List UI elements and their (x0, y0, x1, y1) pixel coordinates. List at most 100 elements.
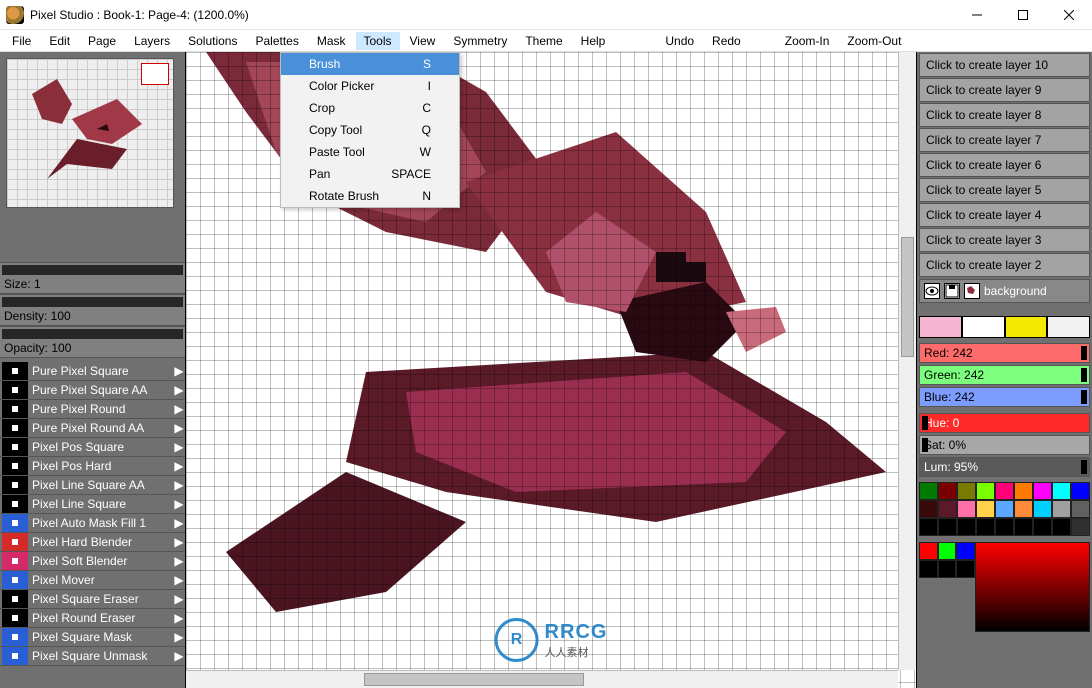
action-zoom-out[interactable]: Zoom-Out (839, 32, 909, 50)
green-slider[interactable]: Green: 242 (919, 365, 1090, 385)
palette-swatch[interactable] (976, 482, 995, 500)
brush-item[interactable]: Pixel Hard Blender▶ (0, 533, 185, 552)
brush-item[interactable]: Pure Pixel Round AA▶ (0, 419, 185, 438)
brush-item[interactable]: Pixel Square Unmask▶ (0, 647, 185, 666)
swatch-2[interactable] (962, 316, 1005, 338)
palette-swatch[interactable] (995, 518, 1014, 536)
palette-swatch[interactable] (1014, 518, 1033, 536)
layer-create-button[interactable]: Click to create layer 3 (919, 228, 1090, 252)
palette-swatch[interactable] (995, 482, 1014, 500)
menu-mask[interactable]: Mask (309, 32, 354, 50)
tools-item-paste[interactable]: Paste Tool W (281, 141, 459, 163)
palette-swatch[interactable] (938, 500, 957, 518)
density-slider[interactable]: Density: 100 (0, 294, 185, 326)
brush-item[interactable]: Pure Pixel Square AA▶ (0, 381, 185, 400)
preview-viewport-indicator[interactable] (141, 63, 169, 85)
eye-icon[interactable] (924, 283, 940, 299)
brush-item[interactable]: Pure Pixel Round▶ (0, 400, 185, 419)
tools-item-color-picker[interactable]: Color Picker I (281, 75, 459, 97)
palette-swatch[interactable] (995, 500, 1014, 518)
swatch-4[interactable] (1047, 316, 1090, 338)
blue-slider[interactable]: Blue: 242 (919, 387, 1090, 407)
menu-theme[interactable]: Theme (517, 32, 570, 50)
palette-swatch[interactable] (976, 500, 995, 518)
tools-item-copy[interactable]: Copy Tool Q (281, 119, 459, 141)
preview-thumbnail[interactable] (6, 58, 174, 208)
palette-swatch[interactable] (957, 500, 976, 518)
save-icon[interactable] (944, 283, 960, 299)
brush-item[interactable]: Pixel Auto Mask Fill 1▶ (0, 514, 185, 533)
brush-item[interactable]: Pixel Soft Blender▶ (0, 552, 185, 571)
layer-create-button[interactable]: Click to create layer 6 (919, 153, 1090, 177)
scrollbar-v-thumb[interactable] (901, 237, 914, 357)
palette-swatch[interactable] (957, 518, 976, 536)
palette-swatch[interactable] (1052, 500, 1071, 518)
lum-slider[interactable]: Lum: 95% (919, 457, 1090, 477)
mini-swatch[interactable] (956, 542, 975, 560)
layer-create-button[interactable]: Click to create layer 4 (919, 203, 1090, 227)
menu-edit[interactable]: Edit (41, 32, 78, 50)
palette-swatch[interactable] (976, 518, 995, 536)
scrollbar-horizontal[interactable] (186, 670, 898, 688)
palette-swatch[interactable] (1033, 500, 1052, 518)
tools-item-rotate-brush[interactable]: Rotate Brush N (281, 185, 459, 207)
brush-item[interactable]: Pure Pixel Square▶ (0, 362, 185, 381)
action-zoom-in[interactable]: Zoom-In (777, 32, 838, 50)
maximize-button[interactable] (1000, 0, 1046, 30)
tools-item-brush[interactable]: Brush S (281, 53, 459, 75)
action-undo[interactable]: Undo (657, 32, 702, 50)
sat-slider[interactable]: Sat: 0% (919, 435, 1090, 455)
size-slider[interactable]: Size: 1 (0, 262, 185, 294)
scrollbar-h-thumb[interactable] (364, 673, 584, 686)
layer-background[interactable]: background (919, 279, 1090, 303)
layer-create-button[interactable]: Click to create layer 7 (919, 128, 1090, 152)
tools-item-crop[interactable]: Crop C (281, 97, 459, 119)
swatch-1[interactable] (919, 316, 962, 338)
menu-solutions[interactable]: Solutions (180, 32, 245, 50)
close-button[interactable] (1046, 0, 1092, 30)
layer-create-button[interactable]: Click to create layer 10 (919, 53, 1090, 77)
palette-swatch[interactable] (919, 500, 938, 518)
mini-swatch[interactable] (938, 560, 957, 578)
brush-item[interactable]: Pixel Square Mask▶ (0, 628, 185, 647)
red-slider[interactable]: Red: 242 (919, 343, 1090, 363)
mini-swatch[interactable] (919, 560, 938, 578)
palette-swatch[interactable] (1033, 518, 1052, 536)
brush-item[interactable]: Pixel Mover▶ (0, 571, 185, 590)
layer-create-button[interactable]: Click to create layer 2 (919, 253, 1090, 277)
mini-swatch[interactable] (938, 542, 957, 560)
menu-view[interactable]: View (402, 32, 444, 50)
swatch-3[interactable] (1005, 316, 1048, 338)
palette-swatch[interactable] (1071, 518, 1090, 536)
menu-symmetry[interactable]: Symmetry (445, 32, 515, 50)
layer-create-button[interactable]: Click to create layer 8 (919, 103, 1090, 127)
scrollbar-vertical[interactable] (898, 52, 916, 670)
palette-swatch[interactable] (1071, 482, 1090, 500)
brush-item[interactable]: Pixel Line Square▶ (0, 495, 185, 514)
menu-help[interactable]: Help (573, 32, 614, 50)
hue-slider[interactable]: Hue: 0 (919, 413, 1090, 433)
menu-page[interactable]: Page (80, 32, 124, 50)
brush-item[interactable]: Pixel Square Eraser▶ (0, 590, 185, 609)
palette-swatch[interactable] (919, 518, 938, 536)
palette-swatch[interactable] (1052, 482, 1071, 500)
action-redo[interactable]: Redo (704, 32, 749, 50)
brush-item[interactable]: Pixel Line Square AA▶ (0, 476, 185, 495)
brush-item[interactable]: Pixel Pos Hard▶ (0, 457, 185, 476)
palette-swatch[interactable] (938, 518, 957, 536)
menu-palettes[interactable]: Palettes (247, 32, 306, 50)
palette-swatch[interactable] (1014, 500, 1033, 518)
mini-swatch[interactable] (956, 560, 975, 578)
palette-swatch[interactable] (1052, 518, 1071, 536)
menu-file[interactable]: File (4, 32, 39, 50)
opacity-slider[interactable]: Opacity: 100 (0, 326, 185, 358)
brush-item[interactable]: Pixel Round Eraser▶ (0, 609, 185, 628)
layer-create-button[interactable]: Click to create layer 9 (919, 78, 1090, 102)
color-picker[interactable] (975, 542, 1090, 632)
layer-create-button[interactable]: Click to create layer 5 (919, 178, 1090, 202)
palette-swatch[interactable] (1014, 482, 1033, 500)
brush-item[interactable]: Pixel Pos Square▶ (0, 438, 185, 457)
palette-swatch[interactable] (1071, 500, 1090, 518)
palette-swatch[interactable] (938, 482, 957, 500)
menu-layers[interactable]: Layers (126, 32, 178, 50)
